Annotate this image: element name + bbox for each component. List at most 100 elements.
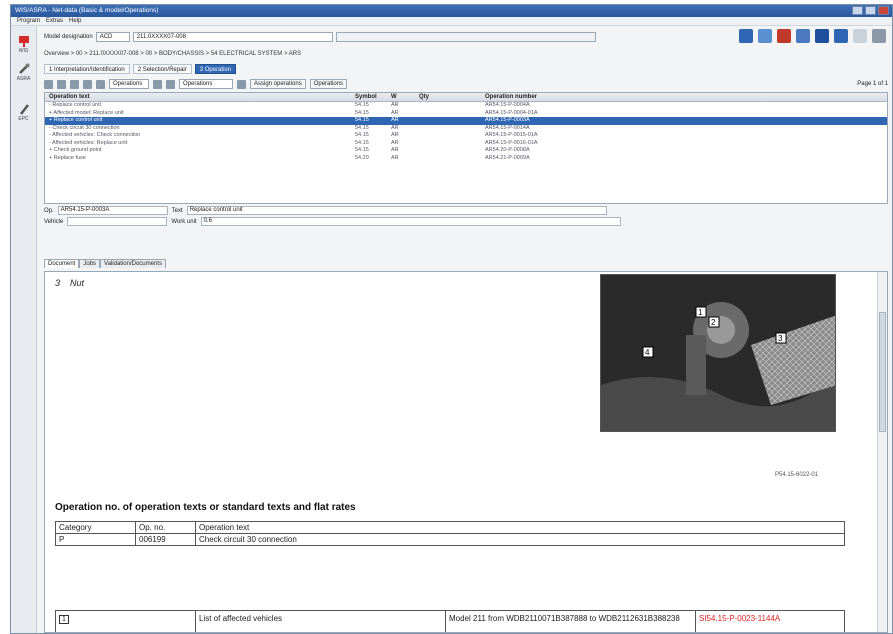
engine-photo: 1 2 3 4 [600, 274, 836, 432]
view-select[interactable]: Operations [179, 79, 233, 89]
text-field[interactable]: Replace control unit [186, 206, 607, 215]
cell-symbol: 54.15 [355, 102, 369, 108]
menu-extras[interactable]: Extras [46, 17, 63, 25]
document-area: 3 Nut 1 2 3 4 P54.15-6022-01 Operation n… [44, 271, 888, 633]
app-window: WIS/ASRA - Net-data (Basic & model/Opera… [10, 4, 893, 634]
service-info-link[interactable]: SI54.15-P-0023-1144A [699, 614, 780, 623]
cell-qty [419, 125, 485, 133]
cell-operation-text: - Affected vehicles: Check connection [49, 132, 141, 138]
sidebar-item-epc[interactable]: EPC [11, 102, 36, 122]
cell-operation-text: + Affected model: Replace unit [49, 109, 124, 116]
menu-help[interactable]: Help [69, 17, 81, 25]
operations-title: Operation no. of operation texts or stan… [55, 502, 356, 513]
table-row[interactable]: - Affected vehicles: Replace unit 54.15 AR… [45, 140, 887, 148]
engine-photo-image: 1 2 3 4 [601, 275, 835, 431]
col-symbol[interactable]: Symbol [355, 93, 391, 101]
breadcrumb: Overview > 00 > 211.0XXXX07-008 > 00 > B… [44, 51, 302, 57]
cell-operation-text: - Check circuit 30 connection [49, 124, 120, 131]
ops-cell-text: Check circuit 30 connection [195, 533, 845, 546]
print-icon[interactable] [853, 29, 867, 43]
table-row[interactable]: - Check circuit 30 connection 54.15 AR AR54… [45, 125, 887, 133]
operations-select[interactable]: Operations [109, 79, 149, 89]
model-select[interactable]: ACD [95, 32, 130, 42]
cell-w: AR [391, 154, 399, 161]
cell-qty [419, 140, 485, 148]
cell-qty [419, 132, 485, 140]
tab-selection[interactable]: 2 Selection/Repair [132, 64, 192, 74]
op-label: Op. [44, 207, 54, 214]
table-row[interactable]: + Replace fuse 54.20 AR AR54.21-P-0009A [45, 155, 887, 163]
forward-icon[interactable] [57, 79, 66, 89]
operations-button[interactable]: Operations [309, 79, 348, 89]
cell-symbol: 54.15 [355, 132, 369, 138]
close-icon[interactable] [878, 6, 889, 15]
step-line: 3 Nut [55, 278, 84, 288]
maximize-icon[interactable] [865, 6, 876, 15]
settings-icon[interactable] [834, 29, 848, 43]
menu-program[interactable]: Program [17, 17, 40, 25]
work-unit-field[interactable]: 0.6 [200, 217, 621, 226]
cell-w: AR [391, 139, 399, 146]
tab-document[interactable]: Document [44, 259, 80, 268]
affected-label: List of affected vehicles [195, 610, 446, 632]
copy-icon[interactable] [83, 79, 92, 89]
refresh-icon[interactable] [237, 79, 246, 89]
op-field[interactable]: AR54.15-P-0003A [57, 206, 168, 215]
toolbar-icons [739, 29, 886, 43]
photo-label-2: 2 [711, 318, 716, 327]
cell-operation-number: AR54.15-P-0016-01A [485, 139, 538, 146]
sidebar-item-asra[interactable]: ASRA [11, 62, 36, 82]
page-indicator: Page 1 of 1 [857, 81, 888, 87]
factory-icon[interactable] [739, 29, 753, 43]
arrow-icon[interactable] [758, 29, 772, 43]
minimize-icon[interactable] [852, 6, 863, 15]
col-w[interactable]: W [391, 93, 419, 101]
ops-cell-opno[interactable]: 006199 [135, 533, 196, 546]
figure-reference: P54.15-6022-01 [775, 472, 819, 478]
table-row: P 006199 Check circuit 30 connection [55, 533, 845, 546]
filter-icon[interactable] [96, 79, 105, 89]
table-row[interactable]: + Replace control unit 54.15 AR AR54.15-P-0… [45, 117, 887, 125]
search-icon[interactable] [796, 29, 810, 43]
vin-select[interactable]: 211.0XXXX07-008 [132, 32, 333, 42]
tab-validation[interactable]: Validation/Documents [100, 259, 166, 268]
document-scrollbar[interactable] [877, 272, 887, 632]
wrench-icon [18, 63, 29, 74]
window-title: WIS/ASRA - Net-data (Basic & model/Opera… [15, 7, 159, 14]
col-operation-text[interactable]: Operation text [45, 93, 355, 101]
assign-operations-button[interactable]: Assign operations [250, 79, 306, 89]
table-row[interactable]: - Affected vehicles: Check connection 54.… [45, 132, 887, 140]
help-icon[interactable] [872, 29, 886, 43]
back-icon[interactable] [44, 79, 53, 89]
tab-operation[interactable]: 3 Operation [194, 64, 237, 74]
cell-operation-number: AR54.15-P-0003A [485, 117, 530, 123]
affected-vehicles-table: 1 List of affected vehicles Model 211 fr… [55, 610, 845, 632]
col-qty[interactable]: Qty [419, 93, 485, 101]
cell-symbol: 54.15 [355, 124, 369, 131]
operations-grid: Operation text Symbol W Qty Operation nu… [44, 92, 888, 204]
cell-w: AR [391, 147, 399, 153]
table-row[interactable]: + Affected model: Replace unit 54.15 AR AR5… [45, 110, 887, 118]
grid-icon[interactable] [166, 79, 175, 89]
tab-identification[interactable]: 1 Interpretation/Identification [44, 64, 130, 74]
affected-box-number: 1 [59, 615, 69, 624]
operations-table: Category Op. no. Operation text P 006199… [55, 521, 845, 546]
tools-icon[interactable] [777, 29, 791, 43]
print-icon[interactable] [70, 79, 79, 89]
app-sidebar: WIS ASRA EPC [11, 26, 37, 633]
scrollbar-thumb[interactable] [879, 312, 886, 432]
cell-operation-number: AR54.15-P-0014A [485, 124, 530, 131]
vehicle-field[interactable] [67, 217, 168, 226]
search-field[interactable] [335, 32, 596, 42]
sidebar-item-wis[interactable]: WIS [11, 34, 36, 54]
sidebar-label-wis: WIS [18, 48, 29, 54]
table-row[interactable]: - Replace control unit 54.15 AR AR54.15-P-0… [45, 102, 887, 110]
save-icon[interactable] [815, 29, 829, 43]
cell-operation-number: AR54.15-P-0004A [485, 102, 530, 108]
cell-operation-number: AR54.15-P-0015-01A [485, 132, 538, 138]
tab-jobs[interactable]: Jobs [79, 259, 101, 268]
col-operation-number[interactable]: Operation number [485, 93, 635, 101]
ops-cell-category: P [55, 533, 136, 546]
list-icon[interactable] [153, 79, 162, 89]
table-row[interactable]: + Check ground point 54.15 AR AR54.20-P-000… [45, 147, 887, 155]
